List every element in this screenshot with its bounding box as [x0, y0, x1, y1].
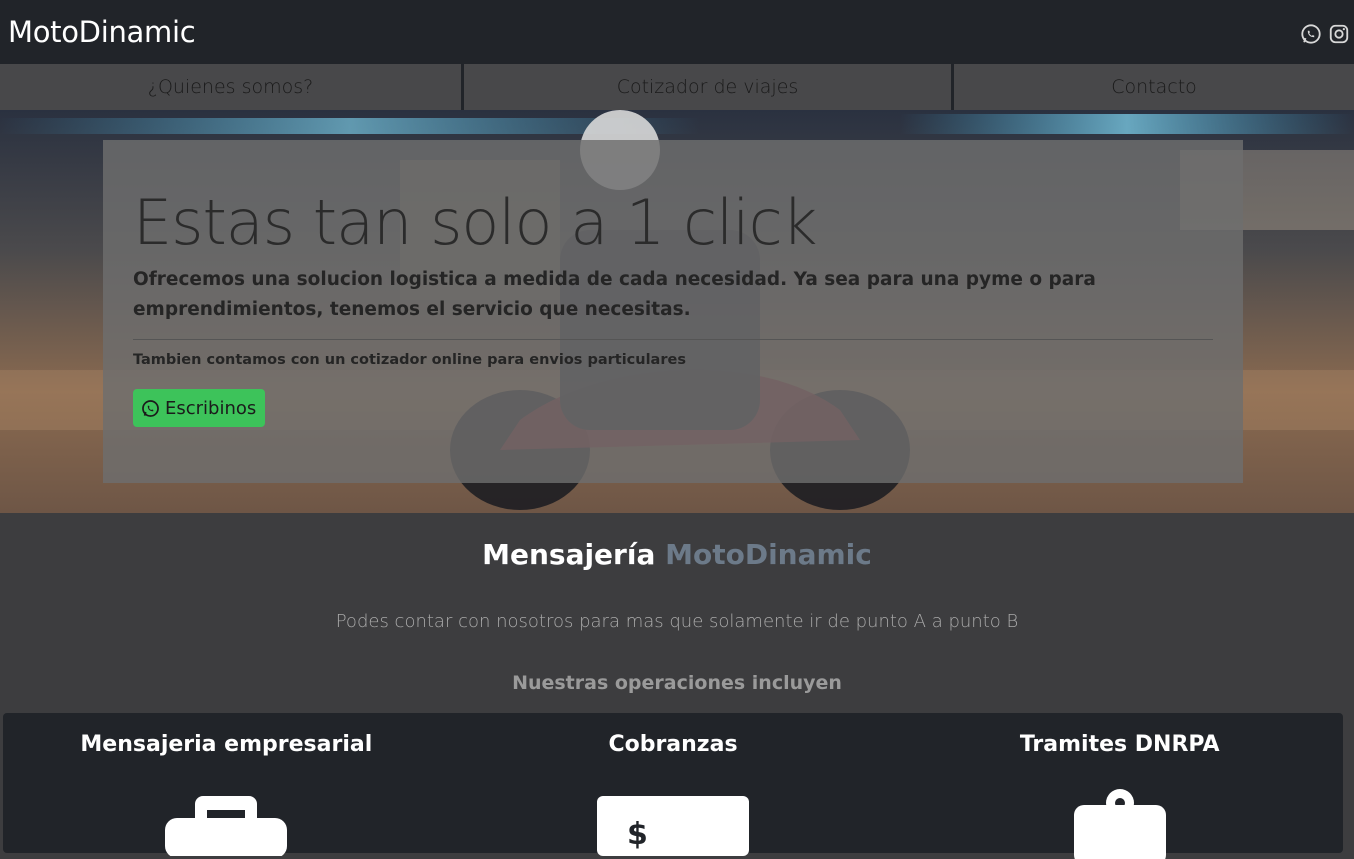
- whatsapp-icon: [142, 399, 159, 417]
- card-title: Mensajeria empresarial: [80, 732, 373, 757]
- escribinos-button[interactable]: Escribinos: [133, 389, 266, 427]
- social-links: [1300, 23, 1350, 45]
- card-tramites: Tramites DNRPA: [896, 713, 1343, 859]
- operations-cards: Mensajeria empresarial Cobranzas $ Trami…: [3, 713, 1343, 859]
- hero-divider: [133, 339, 1213, 340]
- money-bill-icon: $: [597, 796, 749, 856]
- operations-heading: Nuestras operaciones incluyen: [512, 672, 842, 694]
- main-nav: ¿Quienes somos? Cotizador de viajes Cont…: [0, 64, 1354, 110]
- whatsapp-icon[interactable]: [1300, 23, 1322, 45]
- escribinos-button-label: Escribinos: [165, 397, 257, 419]
- nav-item-quienes-somos[interactable]: ¿Quienes somos?: [0, 64, 464, 110]
- top-navbar: MotoDinamic: [0, 0, 1354, 64]
- svg-text:$: $: [627, 817, 648, 852]
- hero-small-text: Tambien contamos con un cotizador online…: [133, 352, 686, 368]
- hero-lead-text: Ofrecemos una solucion logistica a medid…: [133, 269, 1096, 320]
- card-title: Tramites DNRPA: [1019, 732, 1220, 757]
- briefcase-icon: [165, 796, 288, 856]
- card-title: Cobranzas: [608, 732, 738, 757]
- card-mensajeria: Mensajeria empresarial: [3, 713, 450, 856]
- section-title-main: Mensajería: [482, 538, 656, 571]
- section-subtitle: Podes contar con nosotros para mas que s…: [335, 611, 1019, 632]
- hero-title: Estas tan solo a 1 click: [133, 186, 818, 259]
- nav-item-contacto[interactable]: Contacto: [954, 64, 1354, 110]
- hero-banner: Estas tan solo a 1 click Ofrecemos una s…: [0, 110, 1354, 513]
- hero-jumbotron: Estas tan solo a 1 click Ofrecemos una s…: [103, 140, 1243, 483]
- section-title-accent: MotoDinamic: [665, 538, 872, 571]
- card-cobranzas: Cobranzas $: [450, 713, 897, 856]
- instagram-icon[interactable]: [1328, 23, 1350, 45]
- id-badge-icon: [1073, 789, 1166, 859]
- nav-item-cotizador[interactable]: Cotizador de viajes: [464, 64, 954, 110]
- brand-logo-text[interactable]: MotoDinamic: [8, 15, 196, 49]
- section-title: Mensajería MotoDinamic: [0, 538, 1354, 571]
